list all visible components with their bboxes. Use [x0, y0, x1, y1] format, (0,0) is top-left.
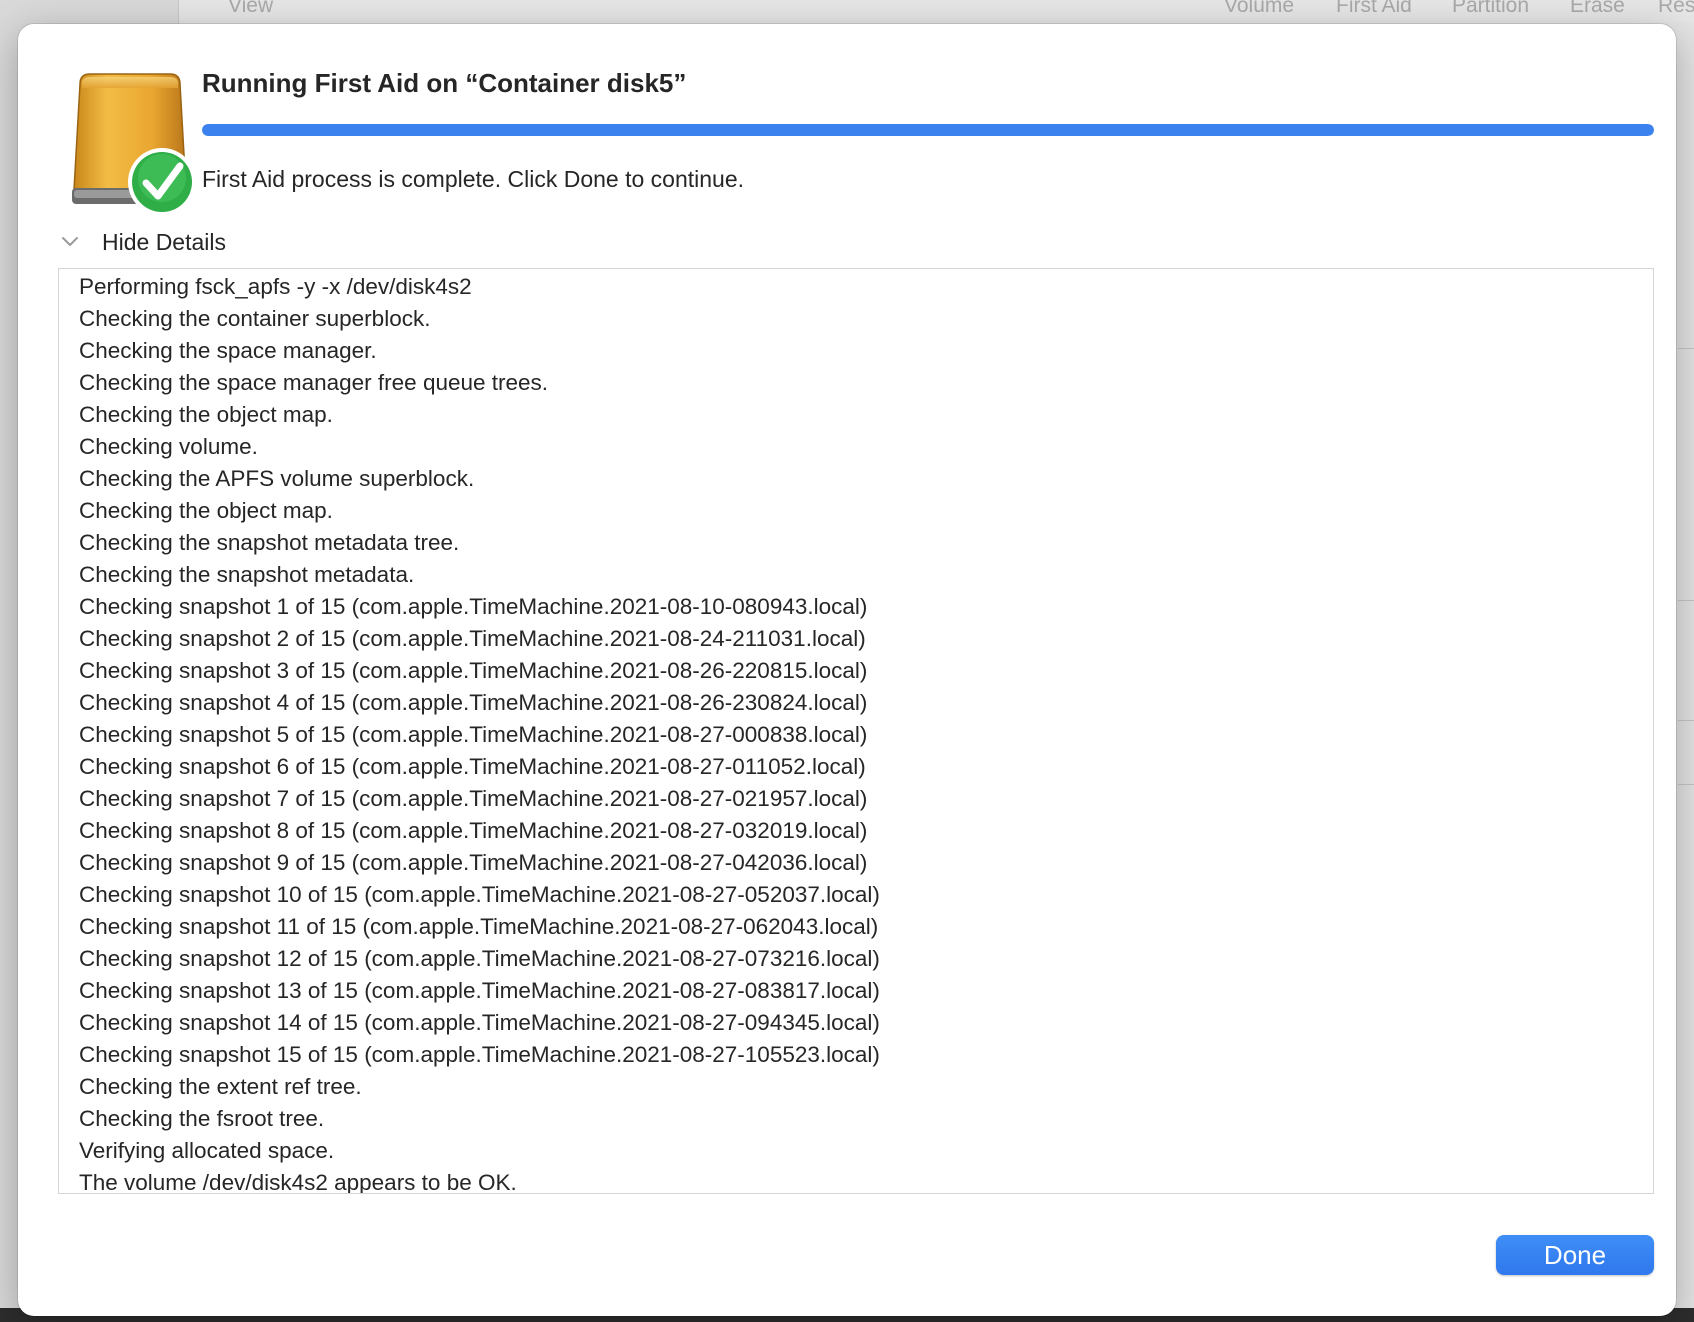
first-aid-sheet: Running First Aid on “Container disk5” F… [18, 24, 1676, 1316]
toolbar-item-view: View [228, 0, 274, 17]
toolbar-item-erase: Erase [1570, 0, 1625, 17]
log-line: Checking snapshot 3 of 15 (com.apple.Tim… [79, 658, 868, 683]
log-line: Checking snapshot 14 of 15 (com.apple.Ti… [79, 1010, 880, 1035]
log-line: Checking snapshot 11 of 15 (com.apple.Ti… [79, 914, 879, 939]
log-line: Checking volume. [79, 434, 258, 459]
external-drive-icon [62, 70, 202, 218]
log-line: Checking snapshot 5 of 15 (com.apple.Tim… [79, 722, 868, 747]
log-lines: Performing fsck_apfs -y -x /dev/disk4s2 C… [79, 271, 880, 1194]
log-line: The volume /dev/disk4s2 appears to be OK… [79, 1170, 517, 1194]
log-line: Checking the snapshot metadata tree. [79, 530, 460, 555]
log-line: Checking snapshot 2 of 15 (com.apple.Tim… [79, 626, 866, 651]
log-line: Checking the extent ref tree. [79, 1074, 362, 1099]
log-line: Checking the space manager free queue tr… [79, 370, 549, 395]
log-line: Verifying allocated space. [79, 1138, 335, 1163]
log-line: Checking the APFS volume superblock. [79, 466, 475, 491]
log-line: Checking snapshot 4 of 15 (com.apple.Tim… [79, 690, 868, 715]
log-line: Checking snapshot 10 of 15 (com.apple.Ti… [79, 882, 880, 907]
background-toolbar: View Volume First Aid Partition Erase Re… [0, 0, 1694, 22]
progress-bar-fill [202, 124, 1654, 136]
log-line: Checking the object map. [79, 402, 333, 427]
log-line: Checking snapshot 15 of 15 (com.apple.Ti… [79, 1042, 880, 1067]
log-line: Performing fsck_apfs -y -x /dev/disk4s2 [79, 274, 472, 299]
log-line: Checking the container superblock. [79, 306, 431, 331]
toolbar-item-restore: Res [1658, 0, 1694, 17]
toolbar-item-volume: Volume [1224, 0, 1295, 17]
progress-bar [202, 124, 1654, 136]
log-line: Checking the object map. [79, 498, 333, 523]
log-line: Checking snapshot 8 of 15 (com.apple.Tim… [79, 818, 868, 843]
hide-details-toggle[interactable]: Hide Details [58, 224, 226, 260]
log-line: Checking snapshot 1 of 15 (com.apple.Tim… [79, 594, 868, 619]
log-line: Checking snapshot 7 of 15 (com.apple.Tim… [79, 786, 868, 811]
chevron-down-icon [58, 230, 82, 254]
log-line: Checking snapshot 6 of 15 (com.apple.Tim… [79, 754, 866, 779]
done-button[interactable]: Done [1496, 1235, 1654, 1275]
background-divider [1678, 720, 1694, 721]
toolbar-item-first-aid: First Aid [1336, 0, 1412, 17]
status-message: First Aid process is complete. Click Don… [202, 166, 745, 192]
log-line: Checking the space manager. [79, 338, 377, 363]
background-divider [1678, 784, 1694, 785]
background-divider [1678, 600, 1694, 601]
log-line: Checking snapshot 9 of 15 (com.apple.Tim… [79, 850, 868, 875]
background-divider [1678, 348, 1694, 349]
hide-details-label: Hide Details [102, 228, 226, 255]
dialog-title: Running First Aid on “Container disk5” [202, 68, 687, 98]
log-line: Checking snapshot 12 of 15 (com.apple.Ti… [79, 946, 880, 971]
log-line: Checking the snapshot metadata. [79, 562, 415, 587]
toolbar-item-partition: Partition [1452, 0, 1530, 17]
log-line: Checking the fsroot tree. [79, 1106, 325, 1131]
details-log[interactable]: Performing fsck_apfs -y -x /dev/disk4s2 C… [58, 268, 1654, 1194]
log-line: Checking snapshot 13 of 15 (com.apple.Ti… [79, 978, 880, 1003]
